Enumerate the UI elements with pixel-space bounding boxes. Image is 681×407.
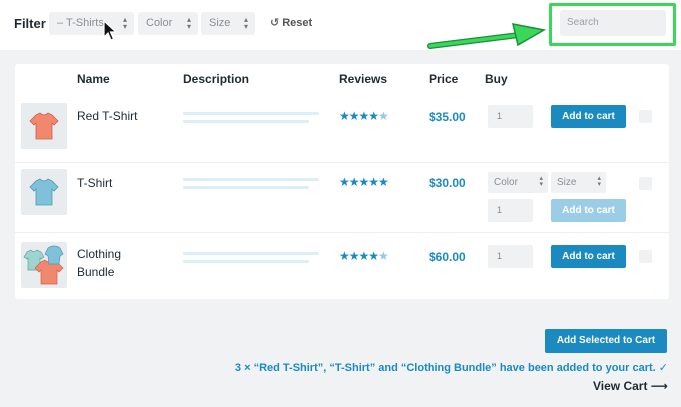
- table-row: T-Shirt ★★★★★ $30.00 Color ▴ ▾ Size ▴ ▾ 1 …: [15, 162, 669, 232]
- reset-icon: ↺: [270, 17, 280, 29]
- product-table: Name Description Reviews Price Buy Red T…: [15, 64, 669, 299]
- header-reviews: Reviews: [339, 72, 388, 86]
- size-select[interactable]: Size ▴ ▾: [201, 12, 255, 35]
- cart-notice-text: 3 × “Red T-Shirt”, “T-Shirt” and “Clothi…: [234, 362, 656, 374]
- rating-stars: ★★★★★: [339, 175, 389, 189]
- check-icon: ✓: [658, 362, 668, 374]
- add-selected-to-cart-button[interactable]: Add Selected to Cart: [545, 329, 667, 353]
- product-price: $60.00: [429, 250, 466, 264]
- chevron-updown-icon: ▴ ▾: [539, 175, 543, 188]
- clothing-bundle-icon: [23, 245, 64, 285]
- rating-stars: ★★★★★: [339, 109, 389, 123]
- product-price: $30.00: [429, 176, 466, 190]
- product-image[interactable]: [21, 103, 67, 149]
- add-to-cart-button[interactable]: Add to cart: [551, 105, 626, 128]
- view-cart-link[interactable]: View Cart ⟶: [593, 379, 668, 393]
- filter-label: Filter: [14, 16, 46, 31]
- table-row: Clothing Bundle ★★★★★ $60.00 1 Add to ca…: [15, 232, 669, 299]
- description-line: [183, 178, 319, 181]
- mouse-cursor-icon: [103, 20, 118, 41]
- header-price: Price: [429, 72, 459, 86]
- header-name: Name: [77, 72, 110, 86]
- variation-size-value: Size: [557, 177, 577, 188]
- product-image[interactable]: [21, 242, 67, 288]
- product-name-line: Clothing: [77, 247, 122, 261]
- chevron-updown-icon: ▴ ▾: [597, 175, 601, 188]
- reset-label: Reset: [282, 17, 313, 29]
- cart-notice: 3 × “Red T-Shirt”, “T-Shirt” and “Clothi…: [235, 361, 668, 374]
- tshirt-icon: [29, 178, 59, 206]
- product-name[interactable]: T-Shirt: [77, 174, 112, 192]
- select-checkbox[interactable]: [639, 177, 652, 190]
- variation-color-value: Color: [494, 177, 518, 188]
- add-to-cart-button[interactable]: Add to cart: [551, 245, 626, 268]
- chevron-updown-icon: ▴ ▾: [243, 15, 248, 31]
- chevron-updown-icon: ▴ ▾: [186, 15, 191, 31]
- product-image[interactable]: [21, 169, 67, 215]
- color-select[interactable]: Color ▴ ▾: [138, 12, 198, 35]
- category-select-value: – T-Shirts: [57, 17, 104, 29]
- select-checkbox[interactable]: [639, 250, 652, 263]
- select-checkbox[interactable]: [639, 110, 652, 123]
- arrow-right-icon: ⟶: [650, 379, 668, 393]
- quantity-input[interactable]: 1: [488, 245, 533, 268]
- chevron-updown-icon: ▴ ▾: [122, 15, 127, 31]
- search-highlight-box: [549, 3, 676, 46]
- rating-stars: ★★★★★: [339, 249, 389, 263]
- description-line: [183, 120, 309, 123]
- header-buy: Buy: [485, 72, 508, 86]
- color-select-value: Color: [146, 17, 173, 29]
- description-line: [183, 252, 319, 255]
- description-line: [183, 112, 319, 115]
- description-line: [183, 260, 309, 263]
- description-line: [183, 186, 309, 189]
- tshirt-icon: [29, 112, 59, 140]
- category-select[interactable]: – T-Shirts ▴ ▾: [49, 12, 134, 35]
- product-name-line: T-Shirt: [77, 176, 113, 190]
- product-name-line: Bundle: [77, 265, 115, 279]
- variation-color-select[interactable]: Color ▴ ▾: [488, 172, 548, 193]
- table-row: Red T-Shirt ★★★★★ $35.00 1 Add to cart: [15, 94, 669, 162]
- product-price: $35.00: [429, 110, 466, 124]
- variation-size-select[interactable]: Size ▴ ▾: [551, 172, 606, 193]
- add-to-cart-button[interactable]: Add to cart: [551, 199, 626, 222]
- product-name[interactable]: Red T-Shirt: [77, 107, 137, 125]
- reset-button[interactable]: ↺ Reset: [270, 16, 312, 29]
- product-name-line: Red T-Shirt: [77, 109, 138, 123]
- header-description: Description: [183, 72, 250, 86]
- product-name[interactable]: Clothing Bundle: [77, 245, 121, 281]
- quantity-input[interactable]: 1: [488, 105, 533, 128]
- quantity-input[interactable]: 1: [488, 199, 533, 222]
- size-select-value: Size: [209, 17, 231, 29]
- view-cart-label: View Cart: [592, 379, 648, 393]
